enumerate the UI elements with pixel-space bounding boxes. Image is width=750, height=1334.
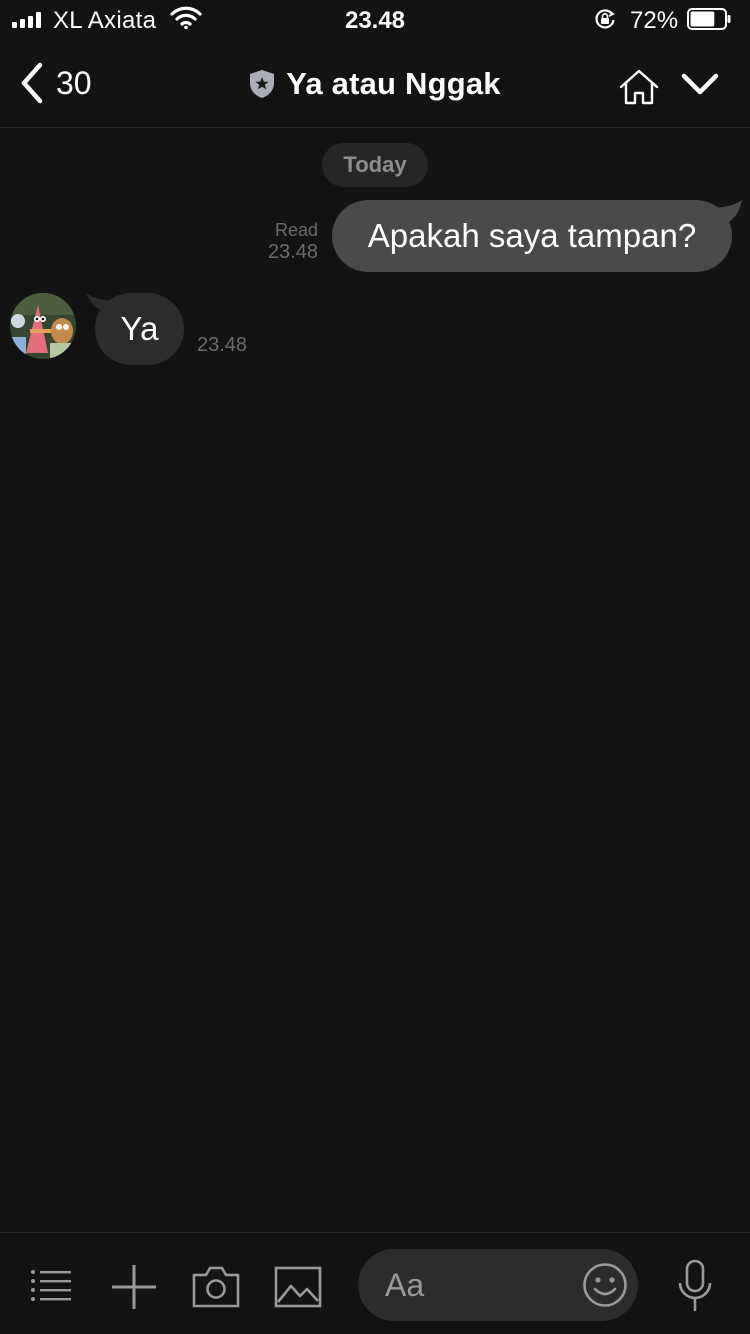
chat-screen: XL Axiata 23.48 72% 30 Ya atau Nggak Tod… (0, 0, 750, 1334)
menu-icon[interactable] (30, 1268, 72, 1304)
message-bubble-sent[interactable]: Apakah saya tampan? (332, 200, 732, 272)
read-status: Read (274, 220, 318, 240)
avatar-image (10, 293, 76, 359)
status-bar: XL Axiata 23.48 72% (0, 0, 750, 40)
date-separator: Today (322, 143, 428, 187)
message-meta-sent: Read 23.48 (268, 219, 318, 263)
message-time: 23.48 (267, 241, 318, 263)
image-icon[interactable] (274, 1265, 322, 1309)
message-bubble-received[interactable]: Ya (95, 293, 184, 365)
message-time: 23.48 (197, 334, 248, 356)
battery-percentage: 72% (630, 7, 679, 34)
avatar[interactable] (10, 293, 76, 359)
microphone-icon[interactable] (676, 1259, 714, 1313)
plus-icon[interactable] (110, 1263, 158, 1311)
shield-star-icon (250, 70, 275, 98)
orientation-lock-icon (595, 9, 615, 29)
composer-bar (0, 1232, 750, 1334)
battery-icon (687, 8, 731, 30)
chevron-down-icon[interactable] (680, 70, 720, 98)
home-icon[interactable] (618, 68, 660, 106)
camera-icon[interactable] (191, 1265, 241, 1309)
chat-title: Ya atau Nggak (286, 66, 501, 101)
chat-header: 30 Ya atau Nggak (0, 40, 750, 128)
emoji-icon[interactable] (582, 1262, 628, 1308)
